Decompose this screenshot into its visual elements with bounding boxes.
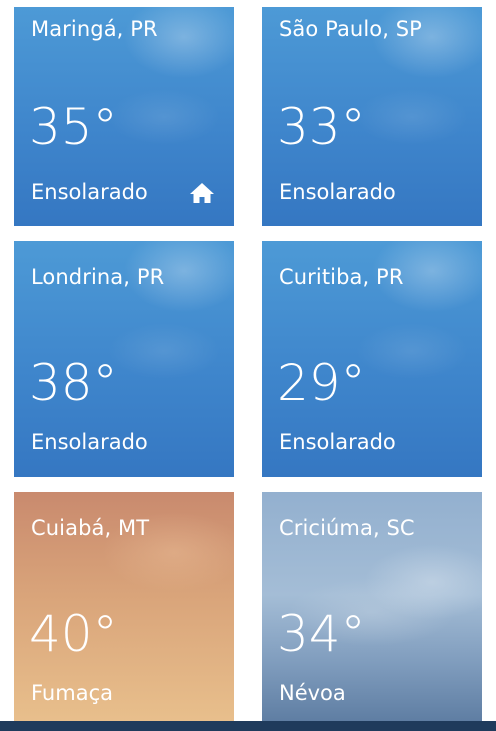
temperature: 35° [29, 98, 118, 156]
city-tile-londrina[interactable]: Londrina, PR 38° Ensolarado [14, 241, 234, 477]
city-name: Curitiba, PR [279, 265, 404, 289]
home-icon [190, 183, 214, 203]
temperature: 34° [277, 605, 366, 663]
temperature: 40° [29, 605, 118, 663]
city-tile-sao-paulo[interactable]: São Paulo, SP 33° Ensolarado [262, 7, 482, 226]
city-tile-criciuma[interactable]: Criciúma, SC 34° Névoa [262, 492, 482, 721]
city-tile-maringa[interactable]: Maringá, PR 35° Ensolarado [14, 7, 234, 226]
city-name: Maringá, PR [31, 17, 158, 41]
condition: Fumaça [31, 681, 113, 705]
condition: Ensolarado [279, 180, 396, 204]
city-tile-cuiaba[interactable]: Cuiabá, MT 40° Fumaça [14, 492, 234, 721]
bottom-app-bar [0, 721, 496, 731]
condition: Ensolarado [279, 430, 396, 454]
condition: Névoa [279, 681, 346, 705]
temperature: 29° [277, 354, 366, 412]
city-name: Criciúma, SC [279, 516, 415, 540]
condition: Ensolarado [31, 180, 148, 204]
city-tile-curitiba[interactable]: Curitiba, PR 29° Ensolarado [262, 241, 482, 477]
city-name: Cuiabá, MT [31, 516, 150, 540]
temperature: 38° [29, 354, 118, 412]
condition: Ensolarado [31, 430, 148, 454]
city-name: São Paulo, SP [279, 17, 422, 41]
city-name: Londrina, PR [31, 265, 165, 289]
temperature: 33° [277, 98, 366, 156]
